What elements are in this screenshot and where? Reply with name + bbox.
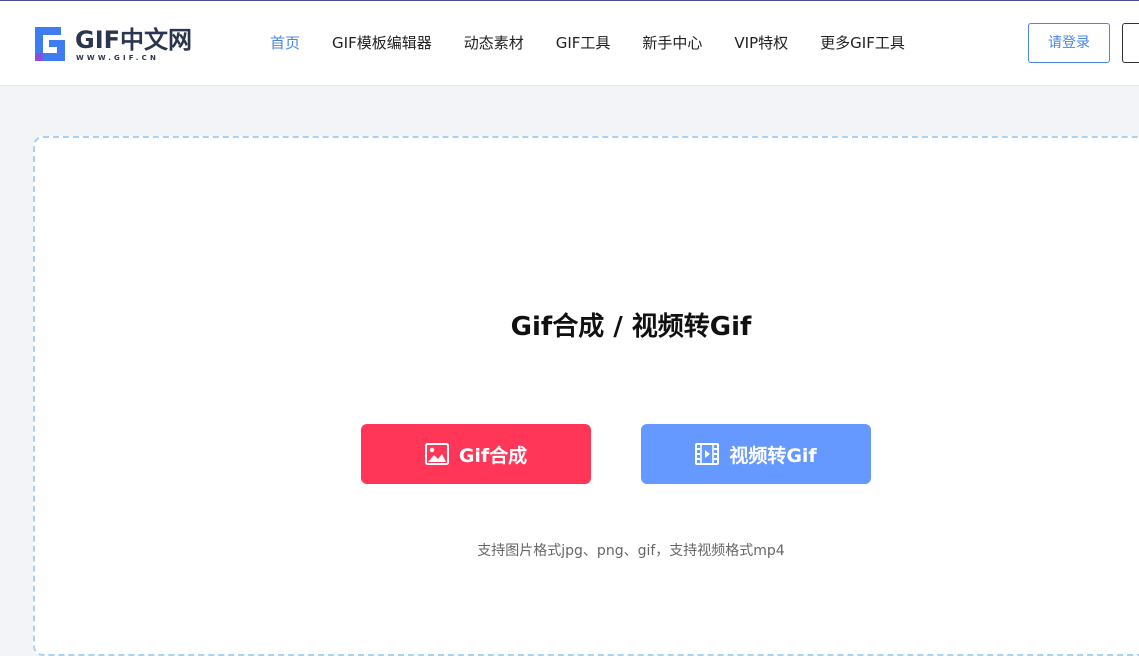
nav-item-gif-tools[interactable]: GIF工具 <box>540 1 627 85</box>
video-to-gif-button[interactable]: 视频转Gif <box>641 424 871 484</box>
nav-item-animated-assets[interactable]: 动态素材 <box>448 1 540 85</box>
format-hint: 支持图片格式jpg、png、gif，支持视频格式mp4 <box>477 543 785 559</box>
video-to-gif-label: 视频转Gif <box>729 444 817 467</box>
nav-item-beginner-center[interactable]: 新手中心 <box>626 1 718 85</box>
page-title: Gif合成 / 视频转Gif <box>510 312 752 342</box>
logo[interactable]: GIF中文网 WWW.GIF.CN <box>31 25 193 65</box>
gif-compose-button[interactable]: Gif合成 <box>361 424 591 484</box>
nav-item-vip[interactable]: VIP特权 <box>718 1 804 85</box>
logo-text: GIF中文网 <box>75 26 193 54</box>
nav-item-template-editor[interactable]: GIF模板编辑器 <box>316 1 448 85</box>
login-button[interactable]: 请登录 <box>1028 23 1110 63</box>
nav-item-home[interactable]: 首页 <box>254 1 316 85</box>
gif-compose-label: Gif合成 <box>458 444 528 467</box>
upload-card <box>33 136 1139 656</box>
image-icon <box>424 443 449 465</box>
register-button[interactable] <box>1122 23 1139 63</box>
nav-item-more-tools[interactable]: 更多GIF工具 <box>804 1 921 85</box>
main-nav: 首页 GIF模板编辑器 动态素材 GIF工具 新手中心 VIP特权 更多GIF工… <box>254 1 921 85</box>
logo-icon <box>35 27 65 61</box>
logo-subtext: WWW.GIF.CN <box>76 54 160 62</box>
film-icon <box>695 443 720 465</box>
header: GIF中文网 WWW.GIF.CN 首页 GIF模板编辑器 动态素材 GIF工具… <box>0 1 1139 86</box>
